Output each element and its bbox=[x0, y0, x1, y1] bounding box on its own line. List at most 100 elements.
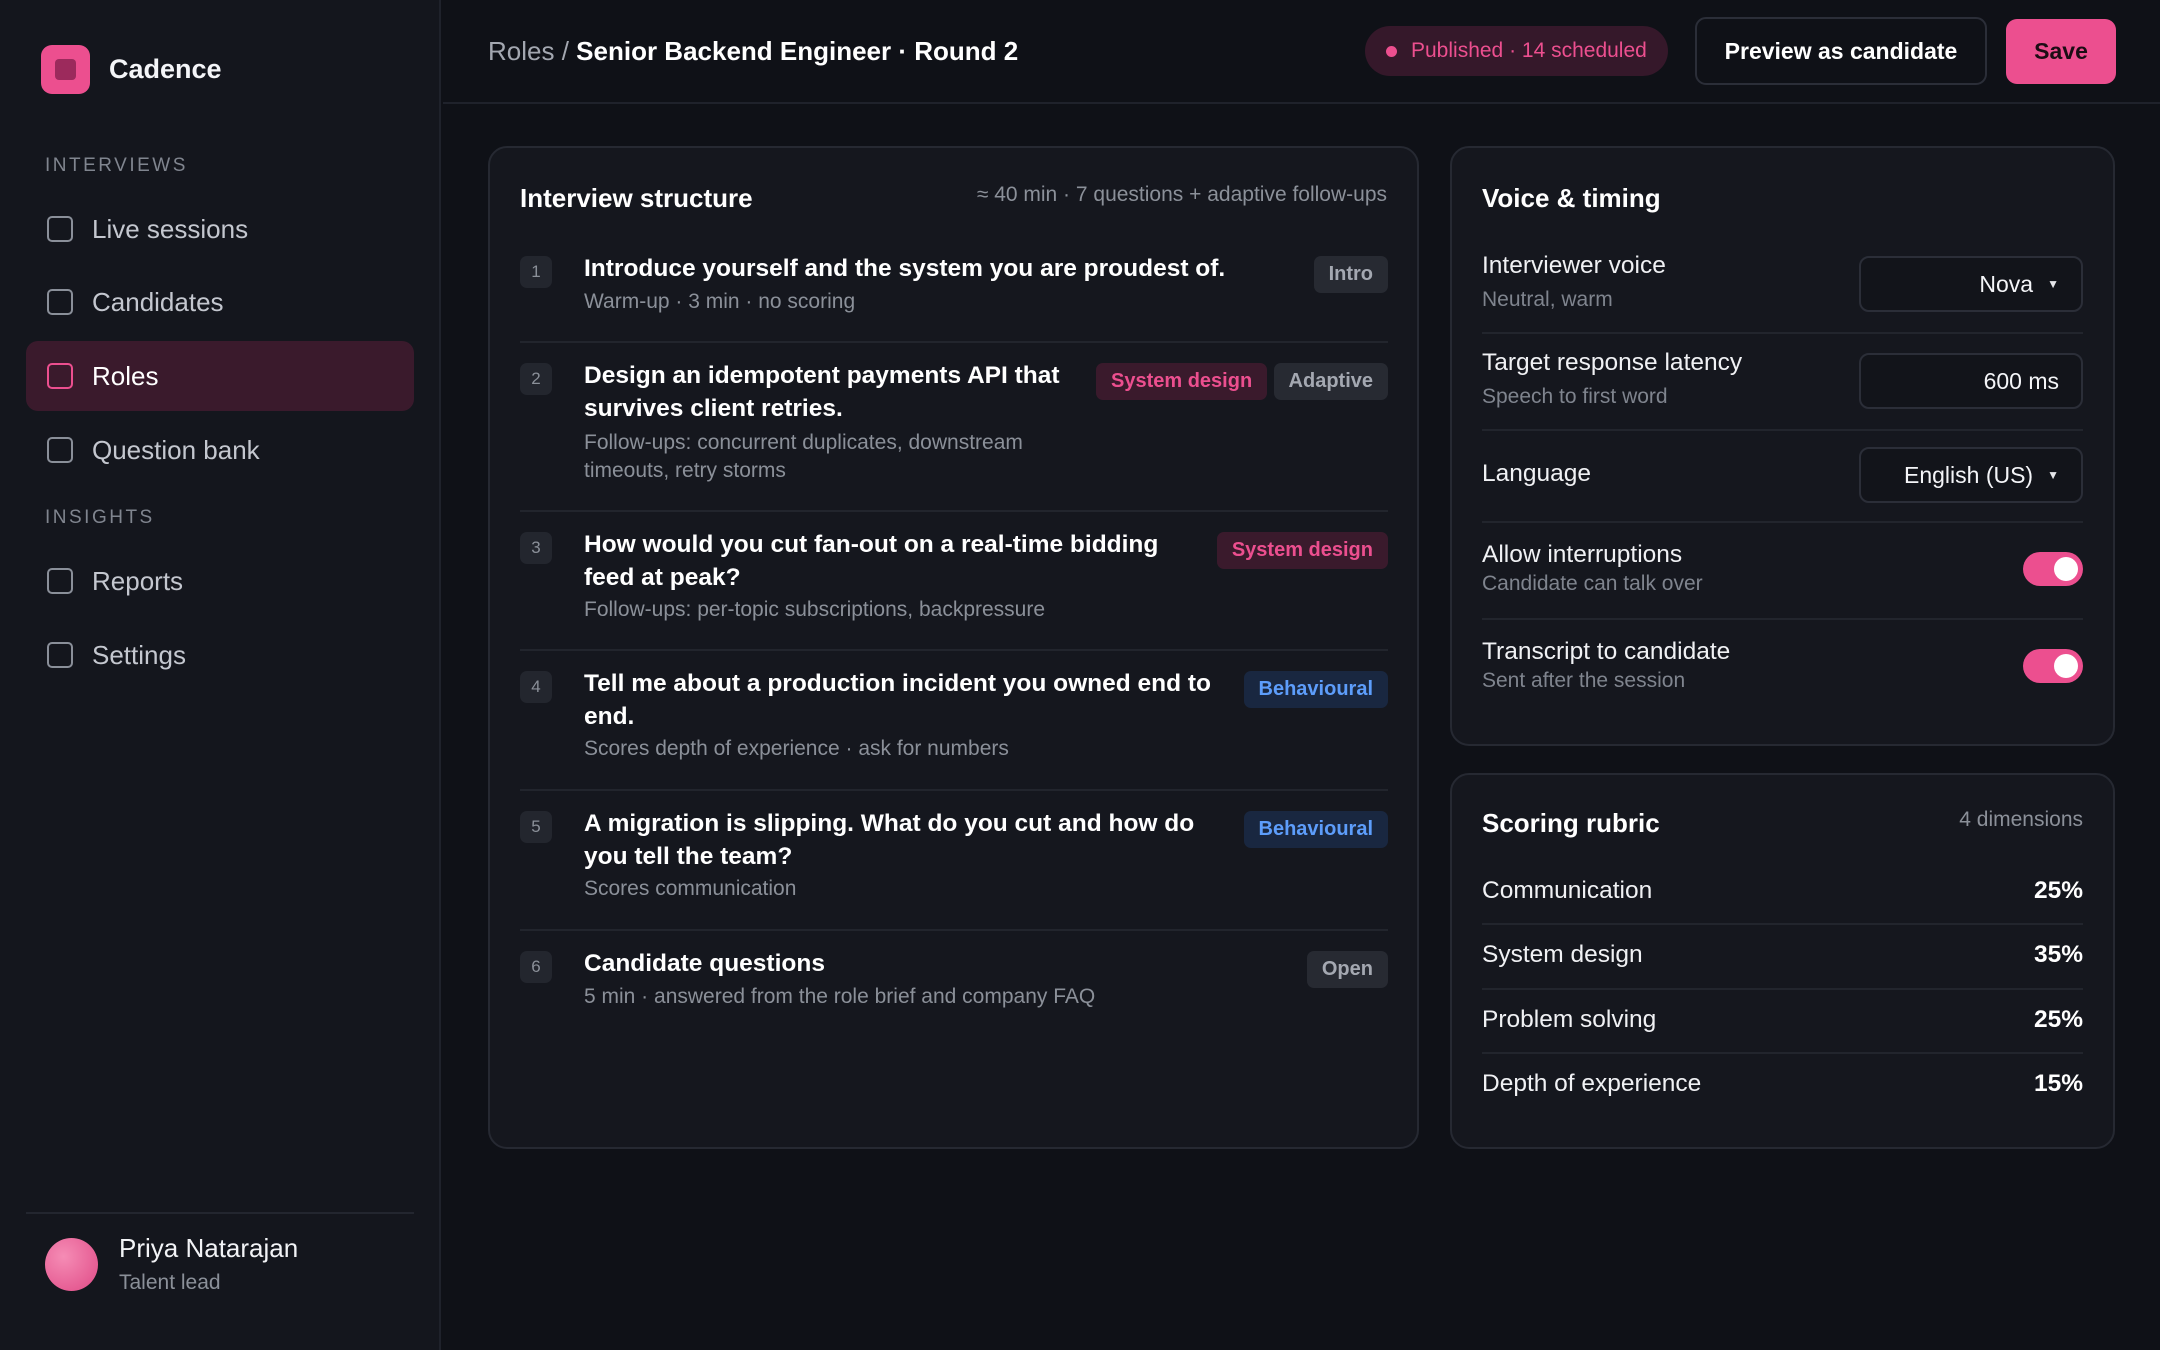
divider bbox=[1482, 429, 2083, 431]
rubric-dimension-label: System design bbox=[1482, 941, 1643, 968]
question-item[interactable]: 2 Design an idempotent payments API that… bbox=[520, 359, 1388, 499]
breadcrumb: Roles / Senior Backend Engineer · Round … bbox=[488, 36, 1018, 67]
tag-system-design: System design bbox=[1216, 532, 1388, 569]
card-title: Interview structure bbox=[520, 183, 753, 213]
card-meta: 4 dimensions bbox=[1959, 808, 2083, 831]
caret-down-icon: ▼ bbox=[2047, 277, 2059, 291]
sidebar-divider bbox=[26, 1212, 414, 1214]
candidates-icon bbox=[47, 289, 73, 315]
divider bbox=[520, 789, 1388, 791]
question-number: 6 bbox=[520, 951, 552, 983]
toggle-knob bbox=[2054, 654, 2078, 678]
card-title: Voice & timing bbox=[1482, 183, 1661, 213]
question-subtitle: Warm-up · 3 min · no scoring bbox=[584, 290, 856, 313]
breadcrumb-separator: / bbox=[554, 36, 577, 66]
voice-timing-card: Voice & timing Interviewer voice Neutral… bbox=[1450, 146, 2115, 746]
roles-icon bbox=[47, 363, 73, 389]
brand[interactable]: Cadence bbox=[41, 45, 222, 94]
status-dot-icon bbox=[1386, 45, 1397, 57]
question-item[interactable]: 4 Tell me about a production incident yo… bbox=[520, 667, 1388, 787]
question-title: A migration is slipping. What do you cut… bbox=[584, 810, 1195, 870]
sidebar-item-settings[interactable]: Settings bbox=[26, 620, 414, 690]
divider bbox=[1482, 521, 2083, 523]
setting-subtitle: Neutral, warm bbox=[1482, 288, 1613, 311]
nav-section-insights: INSIGHTS bbox=[45, 507, 155, 528]
status-text: Published · 14 scheduled bbox=[1411, 39, 1647, 62]
select-value: Nova bbox=[1979, 270, 2034, 297]
question-subtitle: 5 min · answered from the role brief and… bbox=[584, 985, 1096, 1008]
divider bbox=[1482, 332, 2083, 334]
sidebar-item-label: Candidates bbox=[92, 286, 224, 317]
rubric-dimension-weight: 35% bbox=[2033, 941, 2083, 968]
setting-subtitle: Speech to first word bbox=[1482, 385, 1668, 408]
divider bbox=[520, 341, 1388, 343]
app-name: Cadence bbox=[109, 54, 222, 84]
live-sessions-icon bbox=[47, 216, 73, 242]
setting-label: Transcript to candidate bbox=[1482, 638, 1731, 665]
divider bbox=[520, 929, 1388, 931]
user-name: Priya Natarajan bbox=[119, 1233, 299, 1263]
avatar bbox=[45, 1237, 98, 1291]
question-subtitle: Follow-ups: per-topic subscriptions, bac… bbox=[584, 598, 1046, 621]
question-subtitle: Scores depth of experience · ask for num… bbox=[584, 737, 1009, 760]
sidebar-item-live-sessions[interactable]: Live sessions bbox=[26, 194, 414, 264]
question-number: 5 bbox=[520, 811, 552, 843]
tag-behavioural: Behavioural bbox=[1243, 671, 1388, 708]
divider bbox=[520, 649, 1388, 651]
reports-icon bbox=[47, 568, 73, 594]
setting-subtitle: Sent after the session bbox=[1482, 669, 1686, 692]
question-item[interactable]: 5 A migration is slipping. What do you c… bbox=[520, 807, 1388, 927]
rubric-dimension-weight: 15% bbox=[2033, 1070, 2083, 1097]
question-number: 1 bbox=[520, 256, 552, 288]
sidebar-item-label: Reports bbox=[92, 565, 184, 596]
tag-behavioural: Behavioural bbox=[1243, 811, 1388, 848]
status-badge: Published · 14 scheduled bbox=[1365, 26, 1668, 76]
question-item[interactable]: 3 How would you cut fan-out on a real-ti… bbox=[520, 528, 1388, 648]
rubric-dimension-label: Depth of experience bbox=[1482, 1070, 1702, 1097]
rubric-dimension-weight: 25% bbox=[2033, 877, 2083, 904]
tag-intro: Intro bbox=[1313, 256, 1388, 293]
question-title: Introduce yourself and the system you ar… bbox=[584, 255, 1226, 282]
divider bbox=[1482, 923, 2083, 925]
divider bbox=[1482, 988, 2083, 990]
settings-icon bbox=[47, 642, 73, 668]
setting-label: Allow interruptions bbox=[1482, 541, 1683, 568]
question-title: Tell me about a production incident you … bbox=[584, 670, 1212, 730]
rubric-dimension-label: Problem solving bbox=[1482, 1006, 1657, 1033]
question-number: 4 bbox=[520, 671, 552, 703]
sidebar-item-roles[interactable]: Roles bbox=[26, 341, 414, 411]
rubric-dimension-label: Communication bbox=[1482, 877, 1653, 904]
breadcrumb-parent[interactable]: Roles bbox=[488, 36, 554, 66]
sidebar-item-label: Settings bbox=[92, 639, 186, 670]
setting-label: Language bbox=[1482, 460, 1592, 487]
target-latency-input[interactable]: 600 ms bbox=[1859, 353, 2083, 409]
sidebar-item-label: Roles bbox=[92, 360, 159, 391]
sidebar-item-label: Question bank bbox=[92, 434, 260, 465]
language-select[interactable]: English (US) ▼ bbox=[1859, 447, 2083, 503]
question-title: Candidate questions bbox=[584, 950, 825, 977]
card-meta: ≈ 40 min · 7 questions + adaptive follow… bbox=[976, 183, 1387, 206]
sidebar-item-reports[interactable]: Reports bbox=[26, 546, 414, 616]
scoring-rubric-card: Scoring rubric 4 dimensions Communicatio… bbox=[1450, 773, 2115, 1149]
allow-interruptions-toggle[interactable] bbox=[2023, 552, 2083, 586]
user-role: Talent lead bbox=[119, 1271, 221, 1294]
setting-subtitle: Candidate can talk over bbox=[1482, 572, 1703, 595]
topbar: Roles / Senior Backend Engineer · Round … bbox=[443, 0, 2160, 104]
divider bbox=[1482, 618, 2083, 620]
preview-as-candidate-button[interactable]: Preview as candidate bbox=[1695, 17, 1987, 85]
user-profile[interactable]: Priya Natarajan Talent lead bbox=[45, 1233, 298, 1295]
divider bbox=[520, 510, 1388, 512]
breadcrumb-current: Senior Backend Engineer · Round 2 bbox=[576, 36, 1019, 66]
question-subtitle: Follow-ups: concurrent duplicates, downs… bbox=[584, 431, 1023, 482]
sidebar-item-question-bank[interactable]: Question bank bbox=[26, 415, 414, 485]
transcript-to-candidate-toggle[interactable] bbox=[2023, 649, 2083, 683]
question-title: Design an idempotent payments API that s… bbox=[584, 362, 1060, 422]
divider bbox=[1482, 1052, 2083, 1054]
save-button[interactable]: Save bbox=[2006, 19, 2116, 84]
question-item[interactable]: 6 Candidate questions 5 min · answered f… bbox=[520, 947, 1388, 1037]
sidebar-item-candidates[interactable]: Candidates bbox=[26, 267, 414, 337]
caret-down-icon: ▼ bbox=[2047, 468, 2059, 482]
interviewer-voice-select[interactable]: Nova ▼ bbox=[1859, 256, 2083, 312]
tag-open: Open bbox=[1306, 951, 1388, 988]
question-item[interactable]: 1 Introduce yourself and the system you … bbox=[520, 252, 1388, 342]
